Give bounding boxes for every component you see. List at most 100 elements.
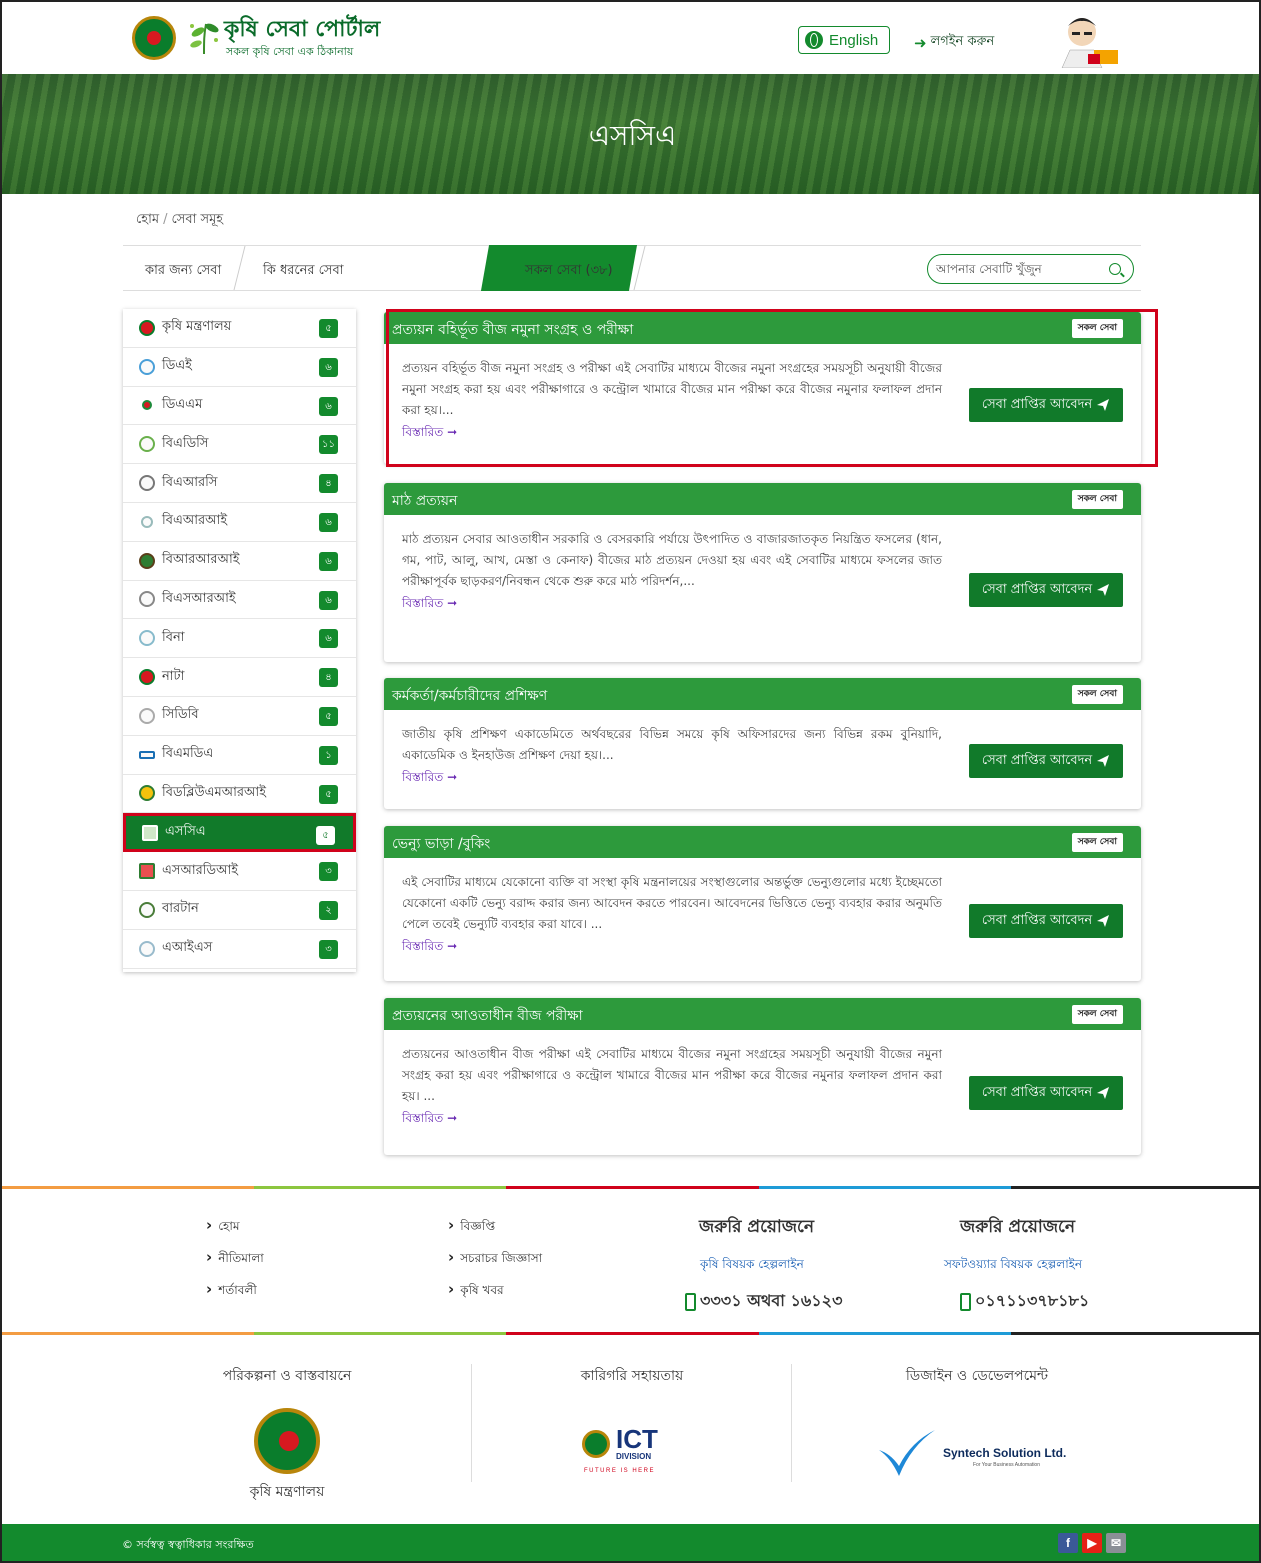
sidebar-item-label: এসআরডিআই: [162, 862, 239, 878]
help-title-agri: জরুরি প্রয়োজনে: [699, 1217, 815, 1237]
search-icon[interactable]: [1109, 263, 1121, 275]
service-title[interactable]: ভেন্যু ভাড়া /বুকিং: [392, 836, 490, 852]
sidebar-item-ministry[interactable]: কৃষি মন্ত্রণালয় ৫: [123, 309, 356, 348]
sidebar-item-nata[interactable]: নাটা ৪: [123, 658, 356, 697]
sidebar-item-srdi[interactable]: এসআরডিআই ৩: [123, 852, 356, 891]
service-card: প্রত্যয়নের আওতাধীন বীজ পরীক্ষা সকল সেবা…: [384, 998, 1141, 1155]
service-category-badge: সকল সেবা: [1071, 490, 1123, 509]
apply-service-button[interactable]: সেবা প্রাপ্তির আবেদন: [969, 573, 1123, 607]
sidebar-item-barc[interactable]: বিএআরসি ৪: [123, 464, 356, 503]
partner-design: ডিজাইন ও ডেভেলপমেন্ট Syntech Solution Lt…: [842, 1336, 1112, 1524]
facebook-icon[interactable]: f: [1058, 1533, 1078, 1553]
sidebar-item-bari[interactable]: বিএআরআই ৬: [123, 503, 356, 542]
details-link[interactable]: বিস্তারিত ➞: [402, 424, 457, 444]
footer-link-terms[interactable]: শর্তাবলী: [206, 1280, 257, 1302]
service-card-body: প্রত্যয়ন বহির্ভূত বীজ নমুনা সংগ্রহ ও পর…: [384, 344, 1141, 458]
tab-all-services[interactable]: সকল সেবা (৩৮): [525, 261, 613, 282]
sidebar-item-label: বিএসআরআই: [162, 590, 236, 606]
nata-logo-icon: [139, 669, 155, 686]
sidebar-item-bsri[interactable]: বিএসআরআই ৬: [123, 581, 356, 620]
sidebar-item-bina[interactable]: বিনা ৬: [123, 619, 356, 659]
help-subtitle-software[interactable]: সফটওয়্যার বিষয়ক হেল্পলাইন: [944, 1256, 1082, 1276]
sidebar-item-cdb[interactable]: সিডিবি ৫: [123, 697, 356, 736]
details-link[interactable]: বিস্তারিত ➞: [402, 938, 457, 958]
syntech-swoosh-icon: [879, 1430, 935, 1476]
bwmri-logo-icon: [139, 785, 155, 802]
partner-technical-title: কারিগরি সহায়তায়: [580, 1368, 684, 1384]
apply-label: সেবা প্রাপ্তির আবেদন: [981, 1084, 1093, 1100]
login-link[interactable]: ➜ লগইন করুন: [914, 32, 994, 53]
service-category-badge: সকল সেবা: [1071, 833, 1123, 852]
sidebar-item-bmda[interactable]: বিএমডিএ ১: [123, 736, 356, 775]
partner-planning-name: কৃষি মন্ত্রণালয়: [249, 1484, 325, 1500]
apply-label: সেবা প্রাপ্তির আবেদন: [981, 396, 1093, 412]
dae-logo-icon: [139, 358, 155, 375]
ict-logo-tagline: FUTURE IS HERE: [584, 1468, 656, 1474]
email-icon[interactable]: ✉: [1106, 1533, 1126, 1553]
sidebar-item-count: ৪: [319, 474, 338, 494]
tab-for-whom[interactable]: কার জন্য সেবা: [145, 261, 221, 282]
apply-service-button[interactable]: সেবা প্রাপ্তির আবেদন: [969, 1076, 1123, 1110]
breadcrumb-home[interactable]: হোম: [136, 212, 159, 227]
apply-label: সেবা প্রাপ্তির আবেদন: [981, 752, 1093, 768]
help-phone-agri[interactable]: ৩৩৩১ অথবা ১৬১২৩: [685, 1288, 842, 1315]
service-card-body: প্রত্যয়নের আওতাধীন বীজ পরীক্ষা এই সেবাট…: [384, 1030, 1141, 1144]
apply-service-button[interactable]: সেবা প্রাপ্তির আবেদন: [969, 744, 1123, 778]
footer-link-notice[interactable]: বিজ্ঞপ্তি: [448, 1216, 495, 1238]
sca-logo-icon: [142, 824, 158, 841]
footer-link-faq[interactable]: সচরাচর জিজ্ঞাসা: [448, 1248, 542, 1270]
apply-service-button[interactable]: সেবা প্রাপ্তির আবেদন: [969, 904, 1123, 938]
service-title[interactable]: কর্মকর্তা/কর্মচারীদের প্রশিক্ষণ: [392, 688, 547, 704]
tab-service-type[interactable]: কি ধরনের সেবা: [263, 261, 344, 282]
sidebar-item-dae[interactable]: ডিএই ৬: [123, 348, 356, 387]
details-label: বিস্তারিত: [402, 770, 444, 784]
paper-plane-icon: [1097, 584, 1110, 596]
youtube-icon[interactable]: ▶: [1082, 1533, 1102, 1553]
service-title[interactable]: মাঠ প্রত্যয়ন: [392, 493, 457, 509]
apply-service-button[interactable]: সেবা প্রাপ্তির আবেদন: [969, 388, 1123, 422]
details-link[interactable]: বিস্তারিত ➞: [402, 1110, 457, 1130]
help-subtitle-agri[interactable]: কৃষি বিষয়ক হেল্পলাইন: [700, 1256, 804, 1276]
sidebar-item-label: সিডিবি: [162, 707, 199, 723]
arrow-right-icon: ➞: [447, 596, 458, 610]
barc-logo-icon: [139, 475, 155, 492]
footer-link-agri-news[interactable]: কৃষি খবর: [448, 1280, 503, 1302]
arrow-right-icon: ➞: [447, 770, 458, 784]
sidebar-item-sca[interactable]: এসসিএ ৫: [123, 813, 356, 853]
banner-title: এসসিএ: [588, 119, 677, 152]
arrow-right-icon: ➞: [447, 939, 458, 953]
sidebar-item-brri[interactable]: বিআরআরআই ৬: [123, 542, 356, 581]
sidebar-item-ais[interactable]: এআইএস ৩: [123, 930, 356, 969]
sidebar-item-bwmri[interactable]: বিডব্লিউএমআরআই ৫: [123, 775, 356, 814]
help-phone-number: ৩৩৩১ অথবা ১৬১২৩: [700, 1291, 843, 1310]
sidebar-item-count: ৬: [319, 590, 338, 610]
language-toggle-button[interactable]: English: [798, 26, 890, 54]
help-phone-software[interactable]: ০১৭১১৩৭৮১৮১: [960, 1288, 1089, 1315]
syntech-name: Syntech Solution Ltd.: [943, 1446, 1067, 1460]
login-icon: ➜: [914, 33, 927, 52]
sidebar-item-badc[interactable]: বিএডিসি ১১: [123, 425, 356, 465]
service-card-header: প্রত্যয়নের আওতাধীন বীজ পরীক্ষা সকল সেবা: [384, 998, 1141, 1030]
search-input[interactable]: [936, 259, 1106, 279]
service-card-body: এই সেবাটির মাধ্যমে যেকোনো ব্যক্তি বা সংস…: [384, 858, 1141, 972]
bsri-logo-icon: [139, 591, 155, 608]
service-description: এই সেবাটির মাধ্যমে যেকোনো ব্যক্তি বা সংস…: [402, 875, 942, 931]
sidebar-item-label: নাটা: [162, 668, 185, 684]
details-label: বিস্তারিত: [402, 596, 444, 610]
government-seal-logo[interactable]: [132, 16, 176, 60]
service-title[interactable]: প্রত্যয়ন বহির্ভূত বীজ নমুনা সংগ্রহ ও পর…: [392, 322, 633, 338]
sidebar-item-bartan[interactable]: বারটান ২: [123, 891, 356, 930]
tab-by-office[interactable]: কোন দপ্তরের সেবা: [387, 17, 483, 38]
footer-link-policy[interactable]: নীতিমালা: [206, 1248, 264, 1270]
details-label: বিস্তারিত: [402, 425, 444, 439]
sidebar-item-count: ৬: [319, 396, 338, 416]
details-link[interactable]: বিস্তারিত ➞: [402, 769, 457, 789]
sidebar-item-label: কৃষি মন্ত্রণালয়: [162, 319, 232, 335]
badc-logo-icon: [139, 436, 155, 453]
footer-link-home[interactable]: হোম: [206, 1216, 239, 1238]
sidebar-item-label: বিএমডিএ: [162, 746, 214, 762]
service-title[interactable]: প্রত্যয়নের আওতাধীন বীজ পরীক্ষা: [392, 1008, 583, 1024]
partner-planning-title: পরিকল্পনা ও বাস্তবায়নে: [222, 1368, 352, 1384]
details-link[interactable]: বিস্তারিত ➞: [402, 595, 457, 615]
sidebar-item-dam[interactable]: ডিএএম ৬: [123, 387, 356, 426]
